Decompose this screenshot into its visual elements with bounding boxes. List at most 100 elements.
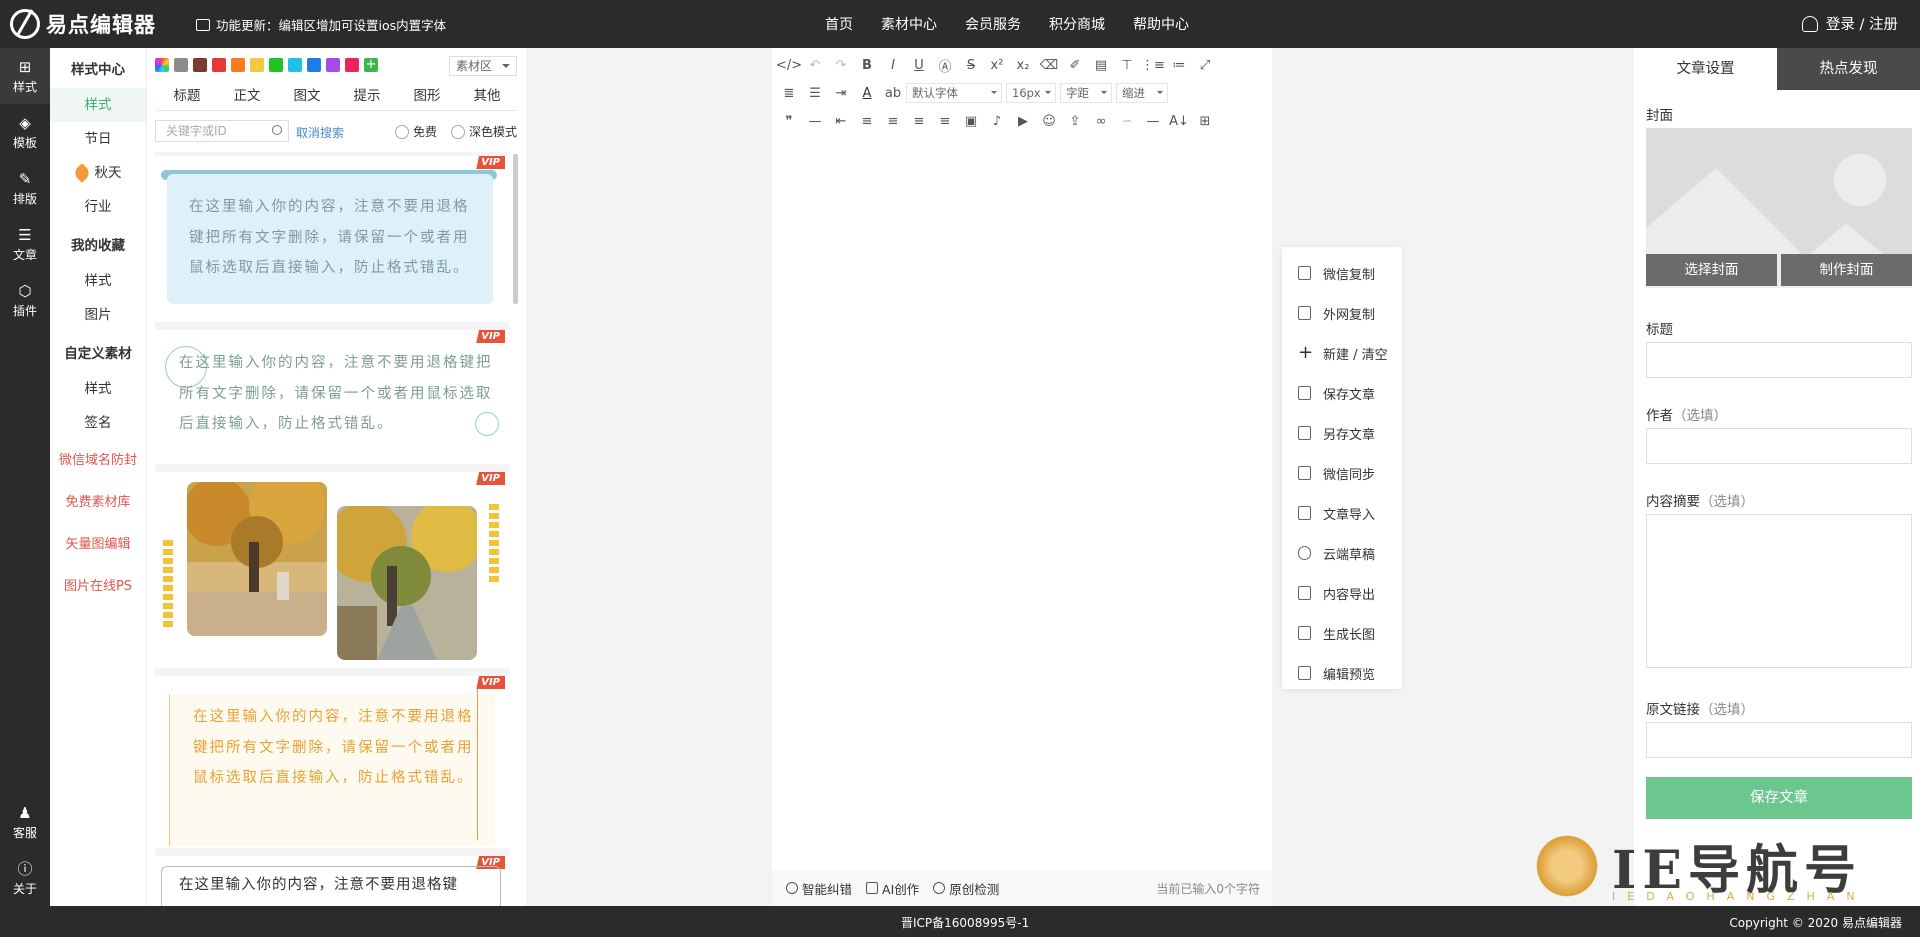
material-card[interactable]: VIP 在这里输入你的内容，注意不要用退格键把所有文字删除，请保留一个或者用鼠标… xyxy=(155,330,509,464)
rail-item-template[interactable]: ◈ 模板 xyxy=(0,104,50,160)
unlink-icon[interactable]: ∽ xyxy=(1114,109,1140,133)
insert-table-icon[interactable]: ⊞ xyxy=(1192,109,1218,133)
color-swatch[interactable] xyxy=(269,58,283,72)
unordered-list-icon[interactable]: ≔ xyxy=(1166,53,1192,77)
material-card[interactable]: VIP 在这里输入你的内容，注意不要用退格键把所有文字删除，请保留一个或者用鼠标… xyxy=(155,156,509,322)
color-swatch[interactable] xyxy=(345,58,359,72)
nav-help[interactable]: 帮助中心 xyxy=(1133,14,1189,34)
tab-body[interactable]: 正文 xyxy=(217,84,277,110)
ai-create-button[interactable]: AI创作 xyxy=(866,879,919,898)
cloud-draft-button[interactable]: 云端草稿 xyxy=(1282,533,1402,573)
color-picker-swatch[interactable] xyxy=(155,58,169,72)
superscript-icon[interactable]: x² xyxy=(984,53,1010,77)
tab-article-settings[interactable]: 文章设置 xyxy=(1634,48,1777,90)
italic-icon[interactable]: I xyxy=(880,53,906,77)
wechat-sync-button[interactable]: 微信同步 xyxy=(1282,453,1402,493)
background-color-icon[interactable]: ab xyxy=(880,81,906,105)
link-online-ps[interactable]: 图片在线PS xyxy=(50,566,146,608)
choose-cover-button[interactable]: 选择封面 xyxy=(1646,254,1777,286)
nav-materials[interactable]: 素材中心 xyxy=(881,14,937,34)
sidenav-item-festival[interactable]: 节日 xyxy=(50,122,146,156)
nav-membership[interactable]: 会员服务 xyxy=(965,14,1021,34)
external-copy-button[interactable]: 外网复制 xyxy=(1282,293,1402,333)
link-vector-editor[interactable]: 矢量图编辑 xyxy=(50,524,146,566)
subscript-icon[interactable]: x₂ xyxy=(1010,53,1036,77)
make-cover-button[interactable]: 制作封面 xyxy=(1781,254,1912,286)
rail-item-plugin[interactable]: ⬡ 插件 xyxy=(0,272,50,328)
strikethrough-icon[interactable]: S xyxy=(958,53,984,77)
underline-icon[interactable]: U xyxy=(906,53,932,77)
line-spacing-icon[interactable]: ☰ xyxy=(802,81,828,105)
color-swatch[interactable] xyxy=(326,58,340,72)
indent-select[interactable]: 缩进 xyxy=(1116,83,1168,103)
save-as-button[interactable]: 另存文章 xyxy=(1282,413,1402,453)
title-field[interactable] xyxy=(1646,342,1912,378)
border-icon[interactable]: Ⓐ xyxy=(932,53,958,77)
table-style-icon[interactable]: ▤ xyxy=(1088,53,1114,77)
original-check-button[interactable]: 原创检测 xyxy=(933,879,999,898)
link-wechat-domain[interactable]: 微信域名防封 xyxy=(50,440,146,482)
search-icon[interactable] xyxy=(272,125,282,135)
color-swatch[interactable] xyxy=(212,58,226,72)
smart-fix-button[interactable]: 智能纠错 xyxy=(786,879,852,898)
tab-hot-topics[interactable]: 热点发现 xyxy=(1777,48,1920,90)
sidenav-item-custom-style[interactable]: 样式 xyxy=(50,372,146,406)
author-field[interactable] xyxy=(1646,428,1912,464)
outdent-icon[interactable]: ⇤ xyxy=(828,109,854,133)
material-card[interactable]: VIP xyxy=(155,472,509,668)
font-color-icon[interactable]: A xyxy=(854,81,880,105)
abstract-field[interactable] xyxy=(1646,514,1912,668)
link-icon[interactable]: ∞ xyxy=(1088,109,1114,133)
export-content-button[interactable]: 内容导出 xyxy=(1282,573,1402,613)
eraser-icon[interactable]: ⌫ xyxy=(1036,53,1062,77)
tab-image-text[interactable]: 图文 xyxy=(277,84,337,110)
color-swatch[interactable] xyxy=(174,58,188,72)
add-color-swatch[interactable]: + xyxy=(364,58,378,72)
color-swatch[interactable] xyxy=(307,58,321,72)
color-swatch[interactable] xyxy=(288,58,302,72)
upload-icon[interactable]: ⇪ xyxy=(1062,109,1088,133)
image-icon[interactable]: ▣ xyxy=(958,109,984,133)
material-card[interactable]: VIP 在这里输入你的内容，注意不要用退格键 xyxy=(155,856,509,906)
nav-home[interactable]: 首页 xyxy=(825,14,853,34)
source-link-field[interactable] xyxy=(1646,722,1912,758)
tab-tip[interactable]: 提示 xyxy=(337,84,397,110)
align-right-icon[interactable]: ≡ xyxy=(906,109,932,133)
cancel-search-link[interactable]: 取消搜索 xyxy=(296,124,344,141)
login-button[interactable]: 登录 / 注册 xyxy=(1801,13,1898,34)
horizontal-rule-icon[interactable]: — xyxy=(802,109,828,133)
editor-content-area[interactable] xyxy=(772,140,1272,870)
color-swatch[interactable] xyxy=(193,58,207,72)
undo-icon[interactable]: ↶ xyxy=(802,53,828,77)
font-family-select[interactable]: 默认字体 xyxy=(906,83,1002,103)
font-size-select[interactable]: 16px xyxy=(1006,83,1056,103)
align-left-icon[interactable]: ≡ xyxy=(854,109,880,133)
app-logo[interactable]: 易点编辑器 xyxy=(10,9,156,39)
nav-points-mall[interactable]: 积分商城 xyxy=(1049,14,1105,34)
emoji-icon[interactable]: ☺ xyxy=(1036,109,1062,133)
color-swatch[interactable] xyxy=(250,58,264,72)
icp-record[interactable]: 晋ICP备16008995号-1 xyxy=(901,914,1029,931)
fullscreen-icon[interactable]: ⤢ xyxy=(1192,53,1218,77)
ordered-list-icon[interactable]: ⋮≡ xyxy=(1140,53,1166,77)
text-height-icon[interactable]: ⊤ xyxy=(1114,53,1140,77)
rail-item-layout[interactable]: ✎ 排版 xyxy=(0,160,50,216)
format-brush-icon[interactable]: ✐ xyxy=(1062,53,1088,77)
wechat-copy-button[interactable]: 微信复制 xyxy=(1282,253,1402,293)
redo-icon[interactable]: ↷ xyxy=(828,53,854,77)
preview-button[interactable]: 编辑预览 xyxy=(1282,653,1402,693)
rail-item-about[interactable]: ⓘ 关于 xyxy=(0,850,50,906)
align-justify-icon[interactable]: ≡ xyxy=(932,109,958,133)
rail-item-style[interactable]: ⊞ 样式 xyxy=(0,48,50,104)
divider-icon[interactable]: — xyxy=(1140,109,1166,133)
source-code-icon[interactable]: </> xyxy=(776,53,802,77)
sidenav-item-autumn[interactable]: 秋天 xyxy=(50,156,146,190)
text-direction-icon[interactable]: A↓ xyxy=(1166,109,1192,133)
tab-title[interactable]: 标题 xyxy=(157,84,217,110)
letter-spacing-select[interactable]: 字距 xyxy=(1060,83,1112,103)
sidenav-item-style[interactable]: 样式 xyxy=(50,88,146,122)
new-clear-button[interactable]: + 新建 / 清空 xyxy=(1282,333,1402,373)
tab-shape[interactable]: 图形 xyxy=(397,84,457,110)
bold-icon[interactable]: B xyxy=(854,53,880,77)
long-image-button[interactable]: 生成长图 xyxy=(1282,613,1402,653)
